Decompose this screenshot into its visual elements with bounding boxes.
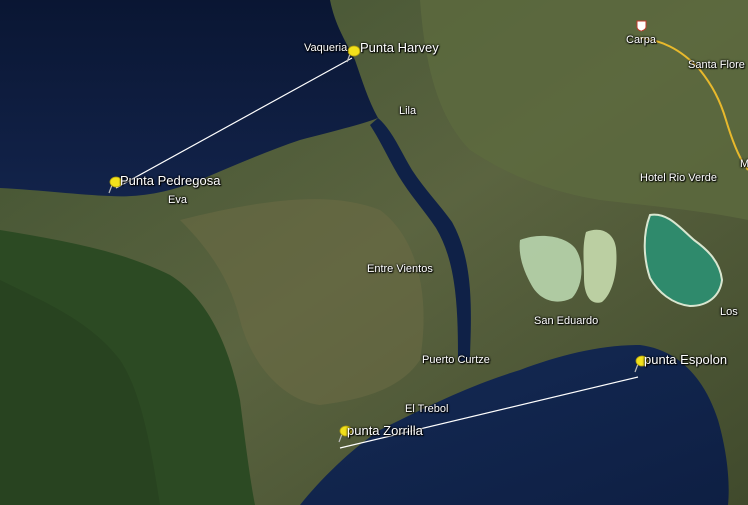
place-label-hotel-rio-verde: Hotel Rio Verde (640, 172, 718, 184)
place-label-entre-vientos: Entre Vientos (367, 263, 433, 275)
place-label-santa-flore: Santa Flore (688, 59, 745, 71)
placemark-label-punta-zorrilla[interactable]: punta Zorrilla (347, 423, 423, 438)
route-shield-icon (636, 20, 647, 32)
place-label-carpa: Carpa (626, 34, 656, 46)
place-label-eva: Eva (168, 194, 187, 206)
place-label-puerto-curtze: Puerto Curtze (422, 354, 490, 366)
place-label-el-trebol: El Trebol (405, 403, 449, 415)
placemark-label-punta-espolon[interactable]: punta Espolon (644, 352, 727, 367)
place-label-vaqueria: Vaqueria (304, 42, 348, 54)
satellite-map[interactable]: Punta Harvey Punta Pedregosa punta Zorri… (0, 0, 748, 505)
place-label-lila: Lila (399, 105, 417, 117)
placemark-label-punta-harvey[interactable]: Punta Harvey (360, 40, 439, 55)
place-label-san-eduardo: San Eduardo (534, 315, 599, 327)
placemark-label-punta-pedregosa[interactable]: Punta Pedregosa (120, 173, 220, 188)
place-label-los: Los (720, 306, 738, 318)
place-label-m: M (740, 158, 748, 170)
